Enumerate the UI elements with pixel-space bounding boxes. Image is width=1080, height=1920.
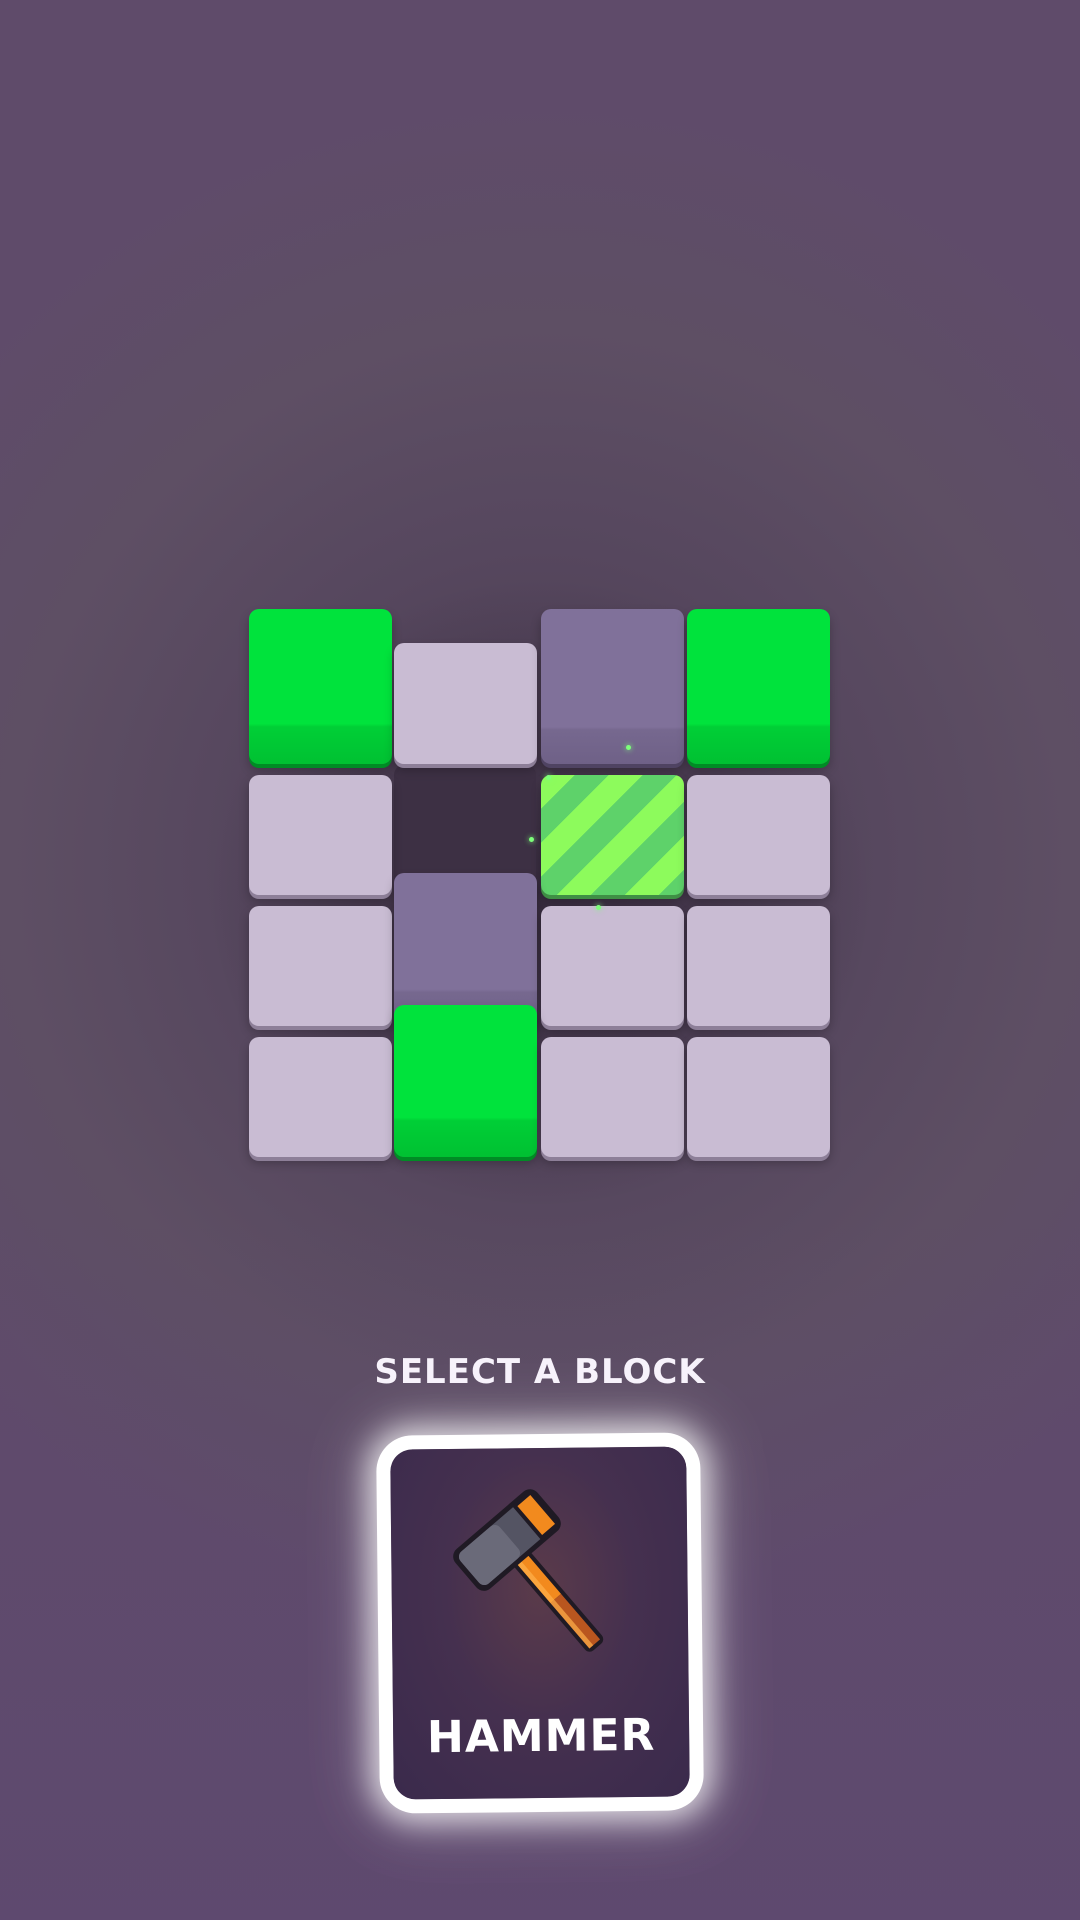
block-gray[interactable]	[394, 873, 537, 1026]
tile-empty[interactable]	[249, 1037, 392, 1157]
block-green[interactable]	[687, 609, 830, 764]
sparkle	[626, 745, 631, 750]
hammer-icon	[453, 1489, 604, 1652]
tile-empty[interactable]	[249, 775, 392, 895]
sparkle	[596, 905, 601, 910]
tile-empty[interactable]	[687, 1037, 830, 1157]
board-hole	[394, 765, 536, 885]
tile-empty[interactable]	[541, 1037, 684, 1157]
tile-empty[interactable]	[687, 906, 830, 1026]
tile-empty[interactable]	[394, 643, 537, 764]
tile-empty[interactable]	[249, 906, 392, 1026]
sparkle	[546, 775, 551, 780]
tile-target-striped[interactable]	[541, 775, 684, 895]
tile-empty[interactable]	[541, 906, 684, 1026]
tile-empty[interactable]	[687, 775, 830, 895]
hammer-powerup-card[interactable]: HAMMER	[390, 1446, 690, 1800]
block-green[interactable]	[394, 1005, 537, 1157]
block-gray[interactable]	[541, 609, 684, 764]
game-board	[206, 575, 874, 1210]
hammer-label: HAMMER	[426, 1709, 656, 1764]
block-green[interactable]	[249, 609, 392, 764]
select-block-prompt: SELECT A BLOCK	[374, 1352, 706, 1392]
sparkle	[529, 837, 534, 842]
